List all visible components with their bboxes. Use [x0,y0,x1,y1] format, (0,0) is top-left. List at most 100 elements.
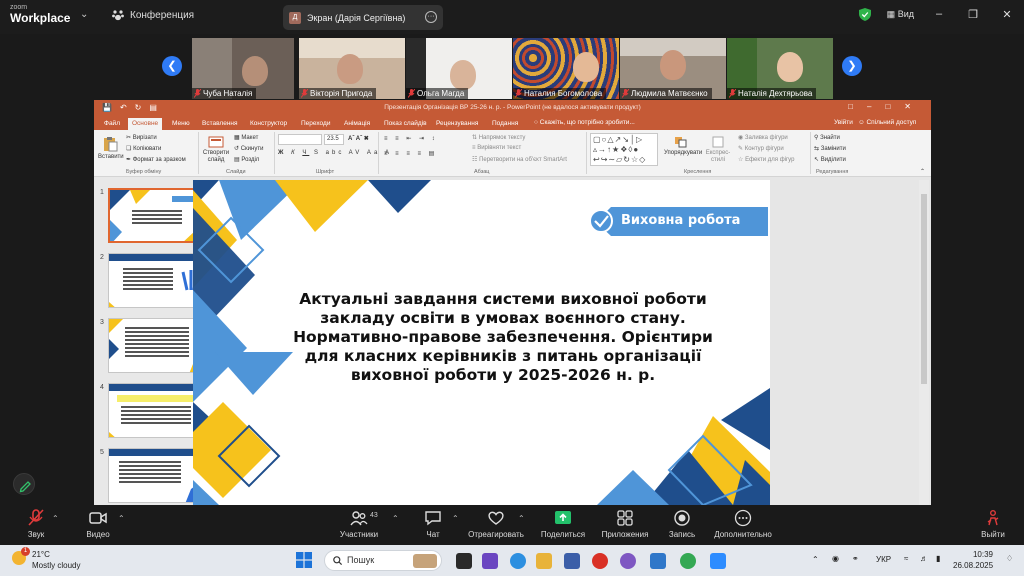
tab-transitions[interactable]: Переходи [297,118,334,130]
gallery-prev-button[interactable]: ❮ [162,56,182,76]
tab-menu[interactable]: Меню [168,118,194,130]
volume-icon[interactable]: ♬ [920,554,928,563]
meeting-menu-button[interactable]: Конференция [112,9,194,21]
shape-outline-button[interactable]: ✎ Контур фігури [738,145,784,152]
smartart-button[interactable]: ☷ Перетворити на об'єкт SmartArt [472,156,567,163]
chrome-icon[interactable] [680,553,696,569]
arrange-button[interactable]: Упорядкувати [664,136,702,157]
slide-title[interactable]: Актуальні завдання системи виховної робо… [283,290,723,385]
minimize-button[interactable]: – [922,8,956,20]
word-icon[interactable] [650,553,666,569]
close-button[interactable]: ✕ [990,8,1024,21]
share-button[interactable]: ☺ Спільний доступ [858,119,916,126]
slide-thumbnail-2[interactable] [108,253,204,308]
wifi-icon[interactable]: ≈ [904,554,908,563]
task-view-icon[interactable] [456,553,472,569]
tab-animations[interactable]: Анімація [340,118,374,130]
apps-button[interactable]: Приложения [600,509,650,539]
ppt-window-controls[interactable]: □–□✕ [848,102,925,111]
new-slide-button[interactable]: Створити слайд [202,136,230,164]
tab-file[interactable]: Файл [100,118,124,130]
chevron-up-icon[interactable]: ⌃ [52,514,59,523]
more-button[interactable]: Дополнительно [712,509,774,539]
edge-icon[interactable] [510,553,526,569]
mic-tray-icon[interactable]: ⚭ [852,554,859,563]
weather-widget[interactable]: 1 21°C Mostly cloudy [12,547,80,571]
reset-button[interactable]: ↺ Скинути [234,145,263,152]
slide-thumbnail-3[interactable] [108,318,204,373]
slide-scrollbar[interactable] [919,180,929,505]
share-screen-button[interactable]: Поделиться [540,509,586,539]
paste-button[interactable]: Вставити [98,136,124,160]
font-size-box[interactable]: 23.5 [324,134,344,145]
replace-button[interactable]: ⇆ Замінити [814,145,846,152]
quick-styles-button[interactable]: Експрес-стилі [702,136,734,164]
section-button[interactable]: ▤ Розділ [234,156,259,163]
video-button[interactable]: Видео ⌃ [84,509,125,539]
slide-thumbnail-4[interactable] [108,383,204,438]
align-text-button[interactable]: ≡ Вирівняти текст [472,145,521,151]
teams-icon[interactable] [482,553,498,569]
participant-tile[interactable]: Вікторія Пригода [299,38,405,99]
audio-button[interactable]: Звук ⌃ [22,509,59,539]
tab-design[interactable]: Конструктор [246,118,291,130]
tab-review[interactable]: Рецензування [432,118,482,130]
shape-effects-button[interactable]: ☆ Ефекти для фігур [738,156,794,163]
chevron-down-icon[interactable]: ⌄ [80,9,88,20]
record-button[interactable]: Запись [666,509,698,539]
screen-share-tab[interactable]: Д Экран (Дарія Сергіївна) ··· [283,5,443,30]
shapes-gallery[interactable]: ▢○△↗↘│▷ ▵→↑★❖◊● ↩↪∼▱↻☆◇ [590,133,658,166]
slide-thumbnail-5[interactable] [108,448,204,503]
font-format-buttons[interactable]: Ж К Ч S abc AV Аа A [278,150,392,156]
copy-button[interactable]: ❏ Копіювати [126,145,161,152]
maximize-button[interactable]: ❐ [956,8,990,21]
opera-icon[interactable] [592,553,608,569]
chat-button[interactable]: Чат ⌃ [422,509,459,539]
participant-tile[interactable]: Людмила Матвєєнко [620,38,726,99]
align-buttons[interactable]: ≡ ≡ ≡ ≡ ▤ [384,150,437,157]
file-explorer-icon[interactable] [536,553,552,569]
shape-fill-button[interactable]: ◉ Заливка фігури [738,134,788,141]
current-slide[interactable]: Виховна робота Актуальні завдання систем… [193,180,770,505]
chevron-up-icon[interactable]: ⌃ [518,514,525,523]
battery-icon[interactable]: ▮ [936,554,940,563]
tab-insert[interactable]: Вставлення [198,118,242,130]
language-indicator[interactable]: УКР [876,555,891,564]
windows-start-icon[interactable] [296,552,312,568]
react-button[interactable]: Отреагировать ⌃ [466,509,526,539]
tab-slideshow[interactable]: Показ слайдів [380,118,431,130]
scroll-thumb[interactable] [921,194,927,384]
text-direction-button[interactable]: ⇅ Напрямок тексту [472,134,525,141]
collapse-ribbon-icon[interactable]: ⌃ [920,168,925,175]
taskbar-search[interactable]: Пошук [324,550,442,571]
participant-tile[interactable]: Наталия Богомолова [513,38,619,99]
slide-thumbnail-1[interactable] [108,188,204,243]
list-buttons[interactable]: ≡ ≡ ⇤ ⇥ ↕ [384,135,438,142]
layout-button[interactable]: ▦ Макет [234,134,258,141]
gallery-next-button[interactable]: ❯ [842,56,862,76]
annotate-button[interactable] [13,473,35,495]
leave-button[interactable]: Выйти [978,509,1008,539]
cut-button[interactable]: ✂ Вирізати [126,134,157,141]
find-button[interactable]: ⚲ Знайти [814,134,840,141]
font-grow-shrink[interactable]: Aˆ Aˇ ✖ [348,135,369,142]
tab-home[interactable]: Основне [128,118,163,130]
chevron-up-icon[interactable]: ⌃ [118,514,125,523]
viber-icon[interactable] [620,553,636,569]
participant-tile[interactable]: Наталія Дехтярьова [727,38,833,99]
store-icon[interactable] [564,553,580,569]
tab-view[interactable]: Подання [488,118,522,130]
camera-tray-icon[interactable]: ◉ [832,554,839,563]
participant-tile[interactable]: Ольга Магда [406,38,512,99]
format-painter-button[interactable]: ✒ Формат за зразком [126,156,186,163]
view-button[interactable]: ▦ Вид [887,9,914,20]
system-clock[interactable]: 10:39 26.08.2025 [953,549,993,571]
more-options-icon[interactable]: ··· [425,11,437,23]
participants-button[interactable]: Участники 43 ⌃ [338,509,399,539]
tell-me-box[interactable]: ○ Скажіть, що потрібно зробити... [534,119,635,126]
bell-icon[interactable]: ♢ [1006,554,1013,563]
font-name-box[interactable] [278,134,322,145]
zoom-taskbar-icon[interactable] [710,553,726,569]
select-button[interactable]: ↖ Виділити [814,156,846,163]
chevron-up-icon[interactable]: ⌃ [392,514,399,523]
